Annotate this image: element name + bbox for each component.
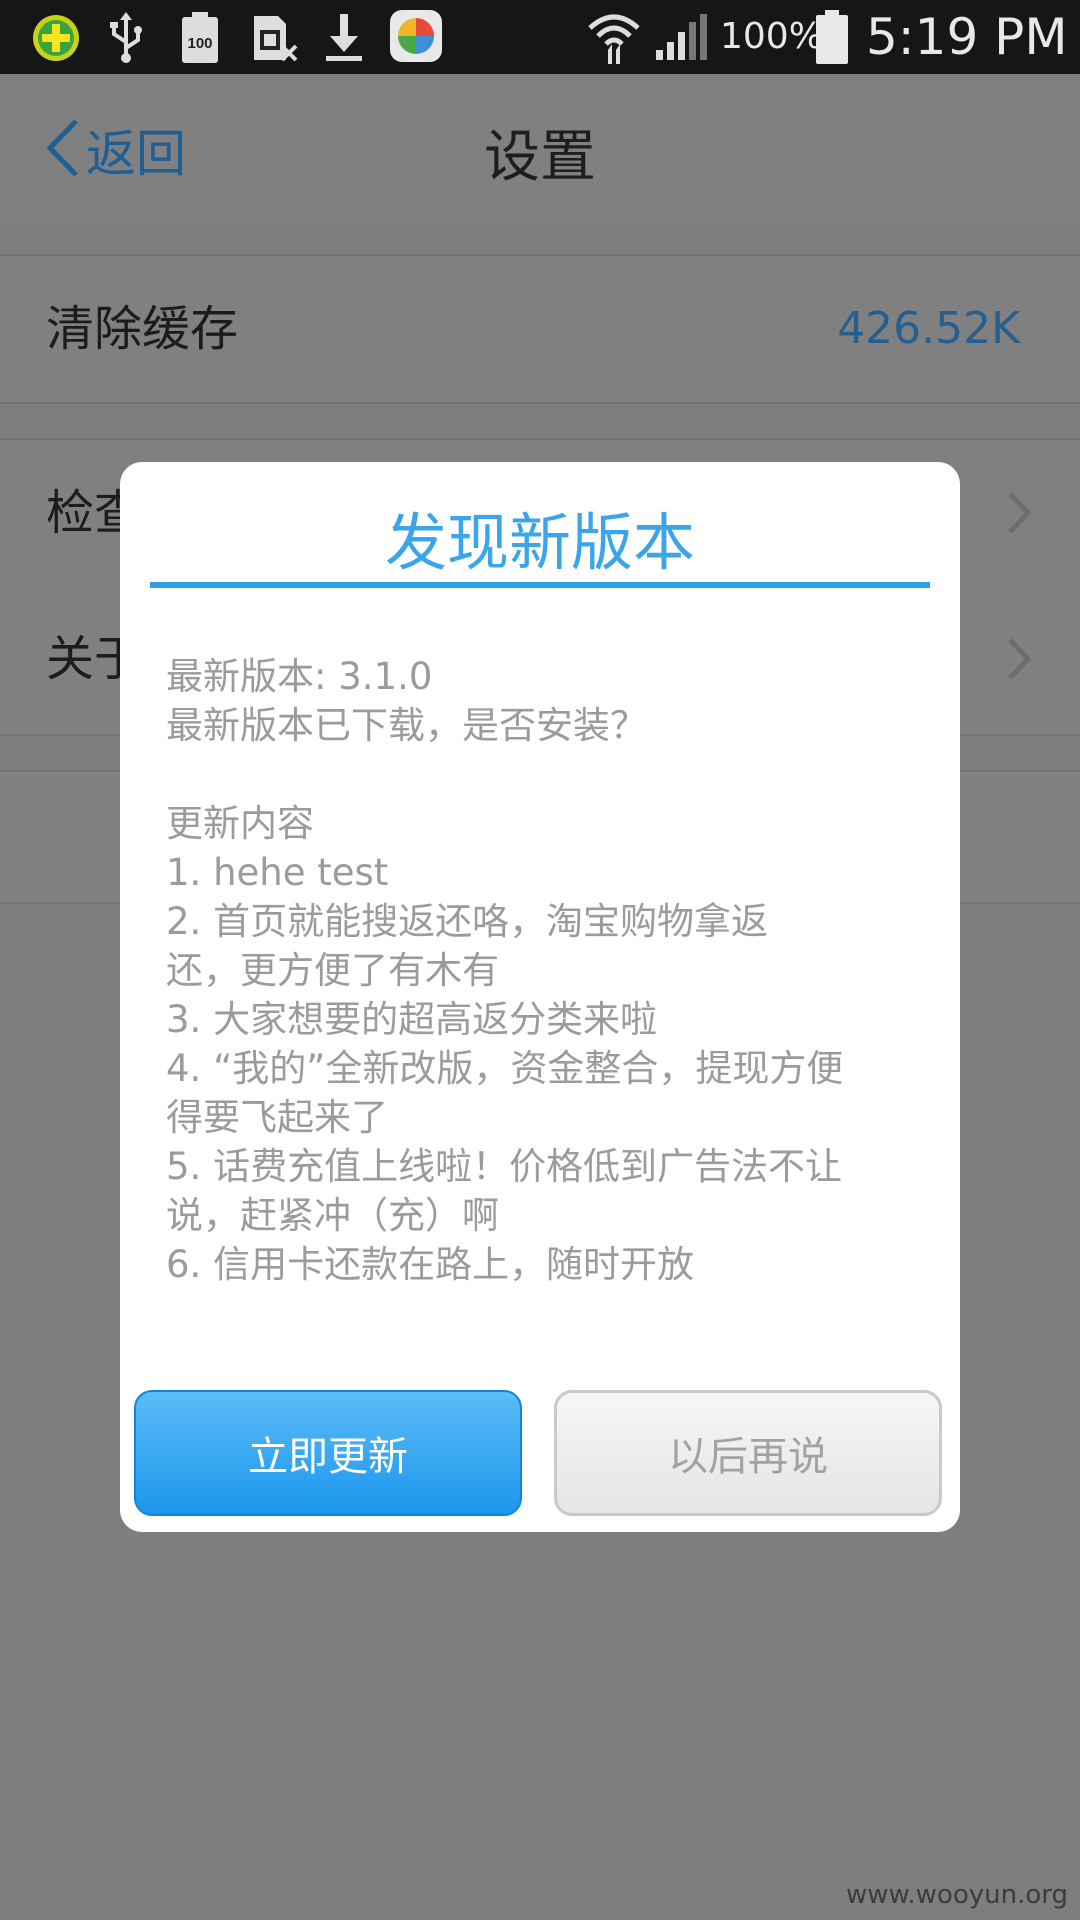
battery-percent: 100% bbox=[720, 16, 823, 57]
chevron-right-icon bbox=[1006, 636, 1034, 686]
update-now-button[interactable]: 立即更新 bbox=[134, 1390, 522, 1516]
message-line: 1. hehe test bbox=[166, 851, 389, 894]
message-line: 最新版本: 3.1.0 bbox=[166, 655, 433, 698]
message-line: 5. 话费充值上线啦！价格低到广告法不让 bbox=[166, 1145, 843, 1188]
chevron-right-icon bbox=[1006, 490, 1034, 540]
message-line bbox=[166, 750, 926, 799]
update-dialog: 发现新版本 最新版本: 3.1.0 最新版本已下载，是否安装？ 更新内容 1. … bbox=[120, 462, 960, 1532]
title-divider bbox=[150, 582, 930, 588]
download-icon bbox=[322, 12, 366, 68]
later-button[interactable]: 以后再说 bbox=[554, 1390, 942, 1516]
message-line: 得要飞起来了 bbox=[166, 1096, 388, 1139]
svg-text:100: 100 bbox=[187, 35, 212, 52]
dialog-title: 发现新版本 bbox=[384, 506, 695, 579]
message-line: 4. “我的”全新改版，资金整合，提现方便 bbox=[166, 1047, 844, 1090]
message-line: 最新版本已下载，是否安装？ bbox=[166, 704, 647, 747]
message-line: 更新内容 bbox=[166, 802, 314, 845]
sim-off-icon bbox=[250, 12, 300, 68]
wifi-icon bbox=[586, 10, 642, 68]
status-bar: 100 100% 5:19 PM bbox=[0, 0, 1080, 74]
message-line: 说，赶紧冲（充）啊 bbox=[166, 1194, 499, 1237]
message-line: 2. 首页就能搜返还咯，淘宝购物拿返 bbox=[166, 900, 769, 943]
cache-size-value: 426.52K bbox=[837, 303, 1020, 354]
message-line: 还，更方便了有木有 bbox=[166, 949, 499, 992]
message-line: 3. 大家想要的超高返分类来啦 bbox=[166, 998, 658, 1041]
usb-icon bbox=[104, 12, 148, 68]
battery-100-icon: 100 bbox=[180, 12, 220, 68]
security-plus-icon bbox=[30, 12, 82, 68]
message-line: 6. 信用卡还款在路上，随时开放 bbox=[166, 1243, 695, 1286]
page-title: 设置 bbox=[484, 125, 596, 190]
dialog-message: 最新版本: 3.1.0 最新版本已下载，是否安装？ 更新内容 1. hehe t… bbox=[166, 652, 926, 1289]
battery-icon bbox=[816, 10, 848, 68]
signal-icon bbox=[652, 14, 708, 64]
watermark: www.wooyun.org bbox=[845, 1880, 1068, 1910]
clear-cache-row[interactable]: 清除缓存 426.52K bbox=[0, 254, 1080, 404]
clear-cache-label: 清除缓存 bbox=[46, 301, 239, 357]
navbar: 返回 设置 bbox=[0, 74, 1080, 224]
app-store-icon bbox=[388, 8, 444, 68]
clock: 5:19 PM bbox=[866, 8, 1068, 66]
